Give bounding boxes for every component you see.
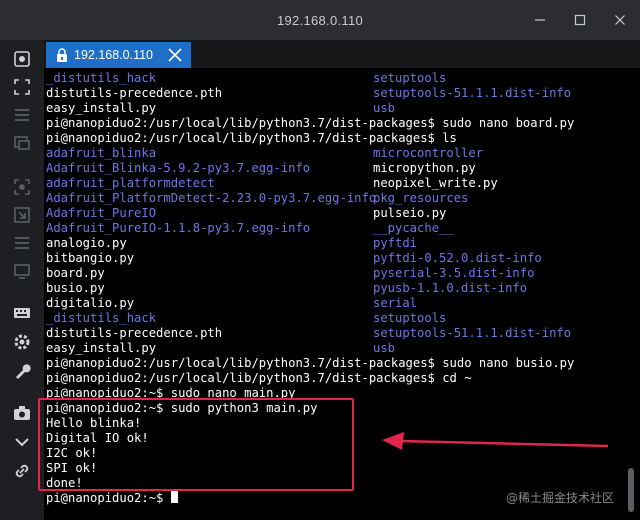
listing-entry: usb	[373, 101, 396, 115]
listing-entry: pkg_resources	[373, 191, 469, 205]
listing-entry: analogio.py	[46, 236, 127, 250]
listing-entry: setuptools	[373, 311, 447, 325]
listing-entry: adafruit_blinka	[46, 146, 157, 160]
listing-entry: serial	[373, 296, 418, 310]
terminal-cursor	[170, 491, 178, 503]
listing-entry: _distutils_hack	[46, 71, 157, 85]
listing-entry: neopixel_write.py	[373, 176, 498, 190]
listing-entry: adafruit_platformdetect	[46, 176, 215, 190]
listing-entry: __pycache__	[373, 221, 454, 235]
terminal-line: pi@nanopiduo2:~$	[46, 491, 178, 506]
listing-entry: board.py	[46, 266, 105, 280]
listing-entry: digitalio.py	[46, 296, 135, 310]
listing-entry: Adafruit_PureIO	[46, 206, 157, 220]
terminal-line: pi@nanopiduo2:/usr/local/lib/python3.7/d…	[46, 116, 575, 130]
resize-icon[interactable]	[11, 204, 33, 226]
listing-entry: pyserial-3.5.dist-info	[373, 266, 535, 280]
listing-entry: pyftdi-0.52.0.dist-info	[373, 251, 542, 265]
listing-entry: distutils-precedence.pth	[46, 326, 223, 340]
watermark: @稀土掘金技术社区	[506, 491, 615, 505]
tab-label: 192.168.0.110	[74, 48, 154, 62]
files-icon[interactable]	[11, 132, 33, 154]
listing-entry: distutils-precedence.pth	[46, 86, 223, 100]
listing-entry: pyusb-1.1.0.dist-info	[373, 281, 528, 295]
annotation-arrow	[382, 432, 609, 450]
tab-session[interactable]: 192.168.0.110	[46, 42, 191, 68]
maximize-button[interactable]	[560, 0, 600, 40]
maximize-icon	[574, 14, 586, 26]
highlight-box	[38, 398, 354, 491]
menu-icon[interactable]	[11, 104, 33, 126]
listing-entry: usb	[373, 341, 396, 355]
close-icon	[168, 48, 182, 62]
listing-entry: Adafruit_Blinka-5.9.2-py3.7.egg-info	[46, 161, 311, 175]
ssh-lock-icon	[56, 48, 68, 62]
monitor-icon[interactable]	[11, 260, 33, 282]
camera-icon[interactable]	[11, 402, 33, 424]
listing-entry: _distutils_hack	[46, 311, 157, 325]
listing-entry: micropython.py	[373, 161, 476, 175]
listing-entry: Adafruit_PlatformDetect-2.23.0-py3.7.egg…	[46, 191, 377, 205]
listing-entry: busio.py	[46, 281, 105, 295]
listing-entry: pyftdi	[373, 236, 418, 250]
listing-entry: setuptools-51.1.1.dist-info	[373, 326, 572, 340]
capture-icon[interactable]	[11, 176, 33, 198]
listing-entry: pulseio.py	[373, 206, 447, 220]
listing-entry: microcontroller	[373, 146, 484, 160]
link-icon[interactable]	[11, 460, 33, 482]
list-icon[interactable]	[11, 232, 33, 254]
wrench-icon[interactable]	[11, 360, 33, 382]
keyboard-icon[interactable]	[11, 302, 33, 324]
minimize-button[interactable]	[520, 0, 560, 40]
terminal-line: pi@nanopiduo2:/usr/local/lib/python3.7/d…	[46, 356, 575, 370]
terminal-scrollbar[interactable]	[628, 468, 634, 512]
tab-close-button[interactable]	[167, 47, 183, 63]
tab-bar: 192.168.0.110	[44, 40, 640, 68]
listing-entry: setuptools	[373, 71, 447, 85]
terminal-line: pi@nanopiduo2:/usr/local/lib/python3.7/d…	[46, 131, 457, 145]
close-icon	[615, 15, 625, 25]
listing-entry: easy_install.py	[46, 341, 157, 355]
close-button[interactable]	[600, 0, 640, 40]
title-bar: 192.168.0.110	[0, 0, 640, 40]
chevron-down-icon[interactable]	[11, 431, 33, 453]
listing-entry: easy_install.py	[46, 101, 157, 115]
minimize-icon	[535, 19, 545, 21]
settings-icon[interactable]	[11, 331, 33, 353]
listing-entry: setuptools-51.1.1.dist-info	[373, 86, 572, 100]
listing-entry: Adafruit_PureIO-1.1.8-py3.7.egg-info	[46, 221, 311, 235]
screenshot-icon[interactable]	[11, 48, 33, 70]
fullscreen-icon[interactable]	[11, 76, 33, 98]
terminal-line: pi@nanopiduo2:/usr/local/lib/python3.7/d…	[46, 371, 472, 385]
window-controls	[520, 0, 640, 40]
listing-entry: bitbangio.py	[46, 251, 135, 265]
